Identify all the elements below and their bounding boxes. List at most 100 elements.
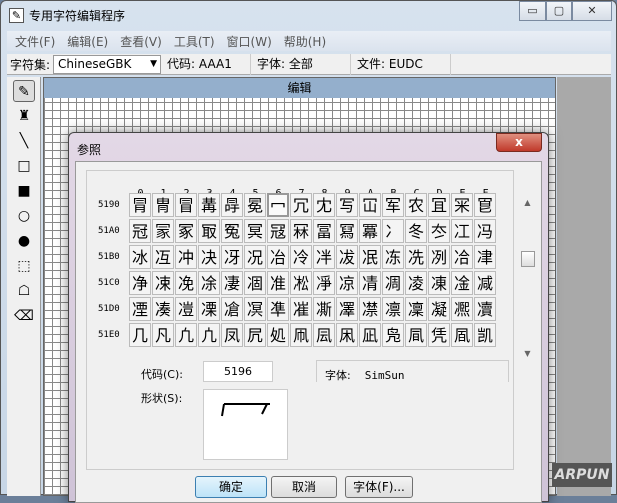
maximize-button[interactable]: ▢	[546, 1, 572, 21]
char-cell[interactable]: 凮	[451, 323, 473, 347]
char-cell[interactable]: 冓	[198, 193, 220, 217]
menu-help[interactable]: 帮助(H)	[284, 33, 326, 50]
char-cell[interactable]: 凂	[175, 271, 197, 295]
char-cell[interactable]: 凧	[290, 323, 312, 347]
dialog-close-button[interactable]: x	[496, 133, 542, 152]
char-cell[interactable]: 凚	[359, 297, 381, 321]
grid-scrollbar[interactable]: ▲ ▼	[519, 198, 536, 358]
char-cell[interactable]: 冤	[221, 219, 243, 243]
char-cell[interactable]: 凙	[336, 297, 358, 321]
char-cell[interactable]: 冒	[175, 193, 197, 217]
char-cell[interactable]: 凐	[129, 297, 151, 321]
char-cell[interactable]: 凒	[175, 297, 197, 321]
char-cell[interactable]: 凫	[382, 323, 404, 347]
char-cell[interactable]: 冦	[267, 219, 289, 243]
menu-edit[interactable]: 编辑(E)	[67, 33, 108, 50]
char-cell[interactable]: 凩	[336, 323, 358, 347]
char-cell[interactable]: 冩	[336, 219, 358, 243]
char-cell[interactable]: 凅	[244, 271, 266, 295]
char-cell[interactable]: 冫	[382, 219, 404, 243]
char-cell[interactable]: 冧	[290, 219, 312, 243]
char-cell[interactable]: 凪	[359, 323, 381, 347]
char-cell[interactable]: 凡	[152, 323, 174, 347]
char-cell-selected[interactable]: 冖	[267, 193, 289, 217]
pencil-icon[interactable]: ✎	[13, 80, 35, 102]
char-cell[interactable]: 冮	[451, 219, 473, 243]
char-cell[interactable]: 凉	[336, 271, 358, 295]
ellipse-icon[interactable]: ○	[13, 205, 35, 227]
freeform-select-icon[interactable]: ☖	[13, 280, 35, 302]
char-cell[interactable]: 凗	[290, 297, 312, 321]
char-cell[interactable]: 冘	[313, 193, 335, 217]
char-cell[interactable]: 冢	[175, 219, 197, 243]
char-cell[interactable]: 凈	[313, 271, 335, 295]
char-cell[interactable]: 冝	[428, 193, 450, 217]
char-cell[interactable]: 冷	[290, 245, 312, 269]
char-cell[interactable]: 几	[129, 323, 151, 347]
close-button[interactable]: ✕	[572, 1, 612, 21]
char-cell[interactable]: 冯	[474, 219, 496, 243]
char-cell[interactable]: 凣	[198, 323, 220, 347]
char-cell[interactable]: 凯	[474, 323, 496, 347]
char-cell[interactable]: 凤	[221, 323, 243, 347]
char-cell[interactable]: 冼	[405, 245, 427, 269]
scroll-down-icon[interactable]: ▼	[519, 349, 536, 358]
char-cell[interactable]: 凭	[428, 323, 450, 347]
char-cell[interactable]: 凔	[221, 297, 243, 321]
minimize-button[interactable]: ▭	[519, 1, 546, 21]
char-cell[interactable]: 减	[474, 271, 496, 295]
char-cell[interactable]: 処	[267, 323, 289, 347]
char-cell[interactable]: 冪	[359, 219, 381, 243]
char-cell[interactable]: 况	[244, 245, 266, 269]
menu-file[interactable]: 文件(F)	[15, 33, 55, 50]
char-cell[interactable]: 冱	[152, 245, 174, 269]
char-cell[interactable]: 冗	[290, 193, 312, 217]
char-cell[interactable]: 冡	[152, 219, 174, 243]
char-cell[interactable]: 冽	[428, 245, 450, 269]
char-cell[interactable]: 凄	[221, 271, 243, 295]
char-cell[interactable]: 凁	[152, 271, 174, 295]
char-cell[interactable]: 凎	[451, 271, 473, 295]
char-cell[interactable]: 冚	[359, 193, 381, 217]
char-cell[interactable]: 冾	[451, 245, 473, 269]
scroll-up-icon[interactable]: ▲	[519, 198, 536, 207]
char-cell[interactable]: 冹	[336, 245, 358, 269]
char-cell[interactable]: 冭	[428, 219, 450, 243]
char-cell[interactable]: 凍	[428, 271, 450, 295]
char-cell[interactable]: 冲	[175, 245, 197, 269]
menu-view[interactable]: 查看(V)	[120, 33, 162, 50]
char-cell[interactable]: 冑	[152, 193, 174, 217]
char-cell[interactable]: 冻	[382, 245, 404, 269]
char-cell[interactable]: 冐	[129, 193, 151, 217]
charset-select[interactable]: ChineseGBK ▼	[53, 54, 162, 74]
char-cell[interactable]: 冴	[221, 245, 243, 269]
rect-select-icon[interactable]: ⬚	[13, 255, 35, 277]
char-cell[interactable]: 凟	[474, 297, 496, 321]
char-cell[interactable]: 凊	[359, 271, 381, 295]
line-icon[interactable]: ╲	[13, 130, 35, 152]
char-cell[interactable]: 冨	[313, 219, 335, 243]
char-cell[interactable]: 凘	[313, 297, 335, 321]
brush-icon[interactable]: ♜	[13, 105, 35, 127]
char-cell[interactable]: 凃	[198, 271, 220, 295]
char-cell[interactable]: 军	[382, 193, 404, 217]
char-cell[interactable]: 凨	[313, 323, 335, 347]
scroll-thumb[interactable]	[521, 251, 535, 267]
char-cell[interactable]: 凬	[405, 323, 427, 347]
filled-ellipse-icon[interactable]: ●	[13, 230, 35, 252]
char-cell[interactable]: 凢	[175, 323, 197, 347]
char-cell[interactable]: 准	[267, 271, 289, 295]
char-cell[interactable]: 农	[405, 193, 427, 217]
char-cell[interactable]: 决	[198, 245, 220, 269]
char-cell[interactable]: 凖	[267, 297, 289, 321]
menu-tools[interactable]: 工具(T)	[174, 33, 215, 50]
char-cell[interactable]: 写	[336, 193, 358, 217]
char-cell[interactable]: 凜	[405, 297, 427, 321]
char-cell[interactable]: 冟	[474, 193, 496, 217]
char-cell[interactable]: 冣	[198, 219, 220, 243]
char-cell[interactable]: 冥	[244, 219, 266, 243]
char-cell[interactable]: 冺	[359, 245, 381, 269]
char-cell[interactable]: 冞	[451, 193, 473, 217]
rectangle-icon[interactable]: □	[13, 155, 35, 177]
char-cell[interactable]: 凓	[198, 297, 220, 321]
